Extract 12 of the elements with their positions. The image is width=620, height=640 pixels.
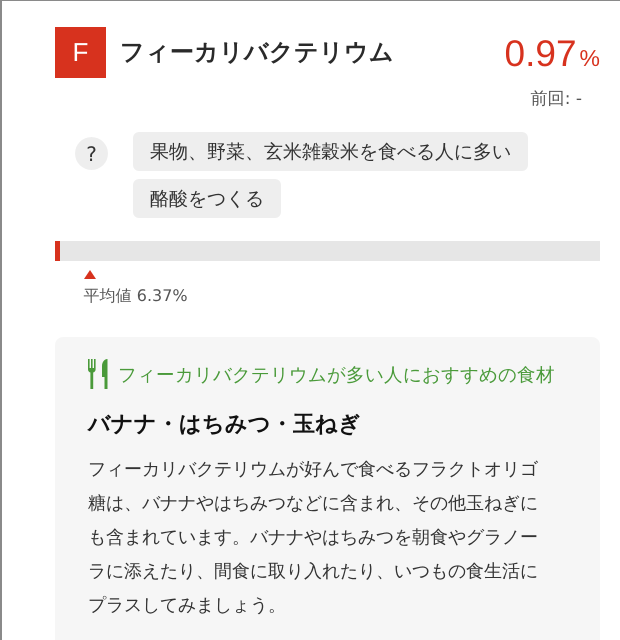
fork-knife-icon [88, 359, 108, 389]
previous-value: 前回: - [530, 88, 582, 110]
average-label: 平均値 6.37% [84, 286, 188, 307]
description-text: フィーカリバクテリウムが好んで食べるフラクトオリゴ糖は、バナナやはちみつなどに含まれ、その他玉ねぎにも含まれています。バナナやはちみつを朝食やグラノーラに添えたり、間食に取り入れたり、いつもの食生活にプラスしてみましょう。 [88, 458, 539, 618]
letter-badge: F [55, 27, 106, 78]
help-button[interactable]: ? [75, 137, 108, 170]
bacteria-name: フィーカリバクテリウム [120, 37, 395, 68]
trait-tag: 果物、野菜、玄米雑穀米を食べる人に多い [133, 132, 528, 171]
recommendation-heading: フィーカリバクテリウムが多い人におすすめの食材 [118, 364, 555, 386]
trait-tag: 酪酸をつくる [133, 179, 281, 218]
percentage-value: 0.97% [504, 33, 600, 76]
food-list: バナナ・はちみつ・玉ねぎ [88, 409, 570, 439]
